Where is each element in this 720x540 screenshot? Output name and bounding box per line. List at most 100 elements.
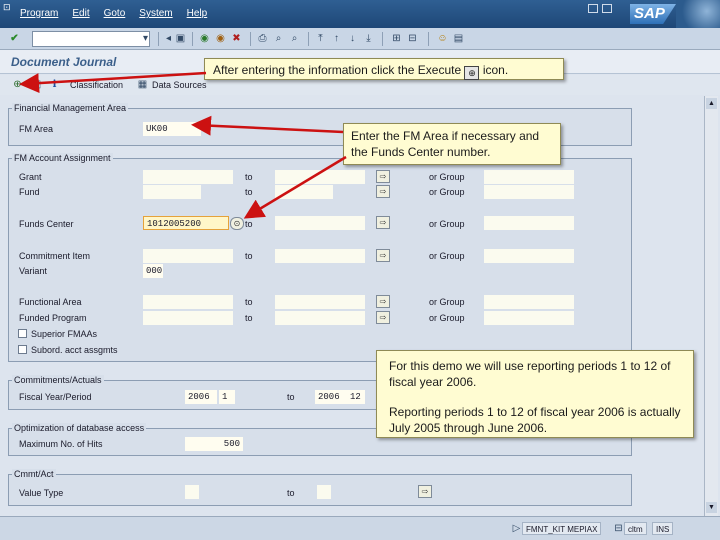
execute-icon[interactable]: ⊕ — [11, 78, 24, 91]
window-title-bar: ⊡ Program Edit Goto System Help SAP — [0, 0, 720, 28]
fm-area-callout-text: Enter the FM Area if necessary and the F… — [351, 129, 540, 159]
value-type-to-input[interactable] — [317, 485, 331, 499]
multiple-selection-button[interactable]: ⇨ — [376, 216, 390, 229]
commitment-item-to-input[interactable] — [275, 249, 365, 263]
find-next-icon[interactable]: ⌕ — [288, 32, 301, 45]
back-icon[interactable]: ◉ — [198, 32, 211, 45]
funds-center-label: Funds Center — [19, 219, 74, 229]
fm-account-assignment-group: FM Account Assignment Grant to ⇨ or Grou… — [8, 153, 632, 362]
data-sources-icon[interactable]: ▦ — [136, 78, 149, 91]
print-icon[interactable]: ⎙ — [256, 32, 269, 45]
execute-icon: ⊕ — [464, 66, 480, 80]
data-sources-button[interactable]: Data Sources — [152, 80, 207, 90]
value-type-from-input[interactable] — [185, 485, 199, 499]
superior-fmaas-checkbox[interactable] — [18, 329, 27, 338]
variant-save-icon[interactable]: ▥ — [30, 78, 43, 91]
variant-input[interactable]: 000 — [143, 264, 163, 278]
toolbar-separator — [158, 32, 159, 46]
close-window-icon[interactable] — [602, 4, 612, 13]
multiple-selection-button[interactable]: ⇨ — [418, 485, 432, 498]
multiple-selection-button[interactable]: ⇨ — [376, 295, 390, 308]
toolbar-separator — [428, 32, 429, 46]
help-icon[interactable]: ☺ — [436, 32, 449, 45]
functional-area-group-input[interactable] — [484, 295, 574, 309]
funded-program-group-input[interactable] — [484, 311, 574, 325]
layout-menu-icon[interactable]: ▤ — [452, 32, 465, 45]
menu-goto[interactable]: Goto — [104, 8, 126, 19]
periods-callout-line2: Reporting periods 1 to 12 of fiscal year… — [389, 405, 681, 435]
info-icon[interactable]: ℹ — [48, 78, 61, 91]
classification-button[interactable]: Classification — [70, 80, 123, 90]
max-hits-input[interactable]: 500 — [185, 437, 243, 451]
funded-program-label: Funded Program — [19, 313, 87, 323]
funds-center-group-input[interactable] — [484, 216, 574, 230]
minimize-window-icon[interactable] — [588, 4, 598, 13]
last-page-icon[interactable]: ⤓ — [362, 32, 375, 45]
group-title: FM Account Assignment — [12, 153, 113, 163]
multiple-selection-button[interactable]: ⇨ — [376, 249, 390, 262]
menu-program[interactable]: Program — [20, 8, 58, 19]
exit-icon[interactable]: ◉ — [214, 32, 227, 45]
funded-program-to-input[interactable] — [275, 311, 365, 325]
fm-area-callout: Enter the FM Area if necessary and the F… — [343, 123, 561, 165]
to-fiscal-year-input[interactable]: 2006 — [315, 390, 347, 404]
scroll-up-icon[interactable]: ▲ — [706, 98, 717, 109]
fiscal-year-period-label: Fiscal Year/Period — [19, 392, 92, 402]
enter-checkmark-icon[interactable]: ✔ — [8, 32, 21, 45]
fund-from-input[interactable] — [143, 185, 201, 199]
command-field[interactable] — [32, 31, 150, 47]
funds-center-from-input[interactable]: 1012005200 — [143, 216, 229, 230]
grant-to-input[interactable] — [275, 170, 365, 184]
functional-area-from-input[interactable] — [143, 295, 233, 309]
scroll-down-icon[interactable]: ▼ — [706, 502, 717, 513]
page-title: Document Journal — [11, 55, 117, 69]
or-group-label: or Group — [429, 187, 465, 197]
cancel-icon[interactable]: ✖ — [230, 32, 243, 45]
search-help-icon[interactable]: ⊙ — [230, 217, 244, 230]
to-label: to — [245, 172, 253, 182]
to-period-input[interactable]: 12 — [347, 390, 365, 404]
fm-area-input[interactable]: UK00 — [143, 122, 201, 136]
first-page-icon[interactable]: ⤒ — [314, 32, 327, 45]
sap-logo: SAP — [630, 4, 676, 24]
command-history-icon[interactable]: ▾ — [139, 32, 152, 45]
commitment-item-group-input[interactable] — [484, 249, 574, 263]
shortcut-icon[interactable]: ⊟ — [406, 32, 419, 45]
create-session-icon[interactable]: ⊞ — [390, 32, 403, 45]
group-title: Cmmt/Act — [12, 469, 56, 479]
multiple-selection-button[interactable]: ⇨ — [376, 170, 390, 183]
superior-fmaas-label: Superior FMAAs — [31, 329, 98, 339]
grant-from-input[interactable] — [143, 170, 233, 184]
system-info[interactable]: FMNT_KIT MEPIAX — [522, 522, 602, 535]
vertical-scrollbar[interactable]: ▲ ▼ — [704, 96, 718, 516]
toolbar-separator — [192, 32, 193, 46]
fund-group-input[interactable] — [484, 185, 574, 199]
menu-help[interactable]: Help — [187, 8, 208, 19]
funds-center-to-input[interactable] — [275, 216, 365, 230]
execute-callout: After entering the information click the… — [204, 58, 564, 80]
fm-area-label: FM Area — [19, 124, 54, 134]
next-page-icon[interactable]: ↓ — [346, 32, 359, 45]
commitment-item-from-input[interactable] — [143, 249, 233, 263]
group-title: Optimization of database access — [12, 423, 147, 433]
cmmt-act-group: Cmmt/Act Value Type to ⇨ — [8, 469, 632, 506]
previous-page-icon[interactable]: ↑ — [330, 32, 343, 45]
save-icon[interactable]: ▣ — [174, 32, 187, 45]
menu-edit[interactable]: Edit — [72, 8, 89, 19]
multiple-selection-button[interactable]: ⇨ — [376, 311, 390, 324]
menu-system[interactable]: System — [139, 8, 172, 19]
periods-callout-line1: For this demo we will use reporting peri… — [389, 359, 671, 389]
find-icon[interactable]: ⌕ — [272, 32, 285, 45]
menu-bar: Program Edit Goto System Help — [0, 8, 207, 19]
grant-group-input[interactable] — [484, 170, 574, 184]
funded-program-from-input[interactable] — [143, 311, 233, 325]
subord-acct-assgmts-checkbox[interactable] — [18, 345, 27, 354]
fund-to-input[interactable] — [275, 185, 333, 199]
multiple-selection-button[interactable]: ⇨ — [376, 185, 390, 198]
to-label: to — [287, 392, 295, 402]
from-period-input[interactable]: 1 — [219, 390, 235, 404]
or-group-label: or Group — [429, 219, 465, 229]
functional-area-to-input[interactable] — [275, 295, 365, 309]
from-fiscal-year-input[interactable]: 2006 — [185, 390, 217, 404]
or-group-label: or Group — [429, 297, 465, 307]
